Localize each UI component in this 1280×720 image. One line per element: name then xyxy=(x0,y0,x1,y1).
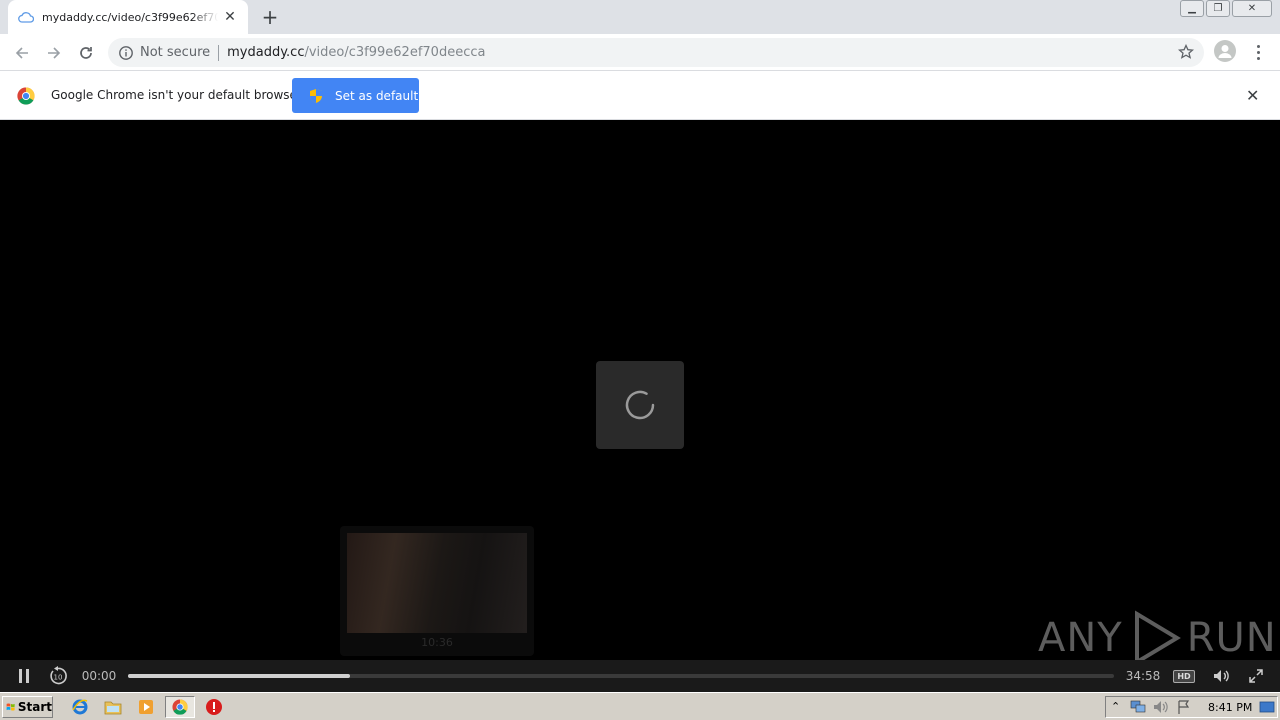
shield-icon xyxy=(310,88,322,103)
info-icon[interactable] xyxy=(118,45,134,61)
stop-sign-icon[interactable] xyxy=(204,697,224,717)
cloud-icon xyxy=(18,9,34,25)
profile-avatar-icon[interactable] xyxy=(1214,40,1236,62)
pause-icon[interactable] xyxy=(14,660,34,692)
action-center-flag-icon[interactable] xyxy=(1177,700,1191,714)
bookmark-star-icon[interactable] xyxy=(1177,43,1195,64)
url-path: /video/c3f99e62ef70deecca xyxy=(304,45,486,60)
divider xyxy=(218,44,220,61)
player-controls: 10 00:00 34:58 HD xyxy=(0,660,1280,692)
play-logo-icon xyxy=(1134,610,1181,666)
security-label[interactable]: Not secure xyxy=(140,45,210,60)
duration: 34:58 xyxy=(1125,669,1161,683)
current-time: 00:00 xyxy=(81,669,117,683)
media-player-icon[interactable] xyxy=(136,697,156,717)
taskbar-clock[interactable]: 8:41 PM xyxy=(1208,701,1252,714)
ie-icon[interactable] xyxy=(70,697,90,717)
buffered-range xyxy=(128,674,350,678)
loading-spinner xyxy=(596,361,684,449)
anyrun-watermark: ANY RUN xyxy=(1038,608,1277,668)
tab-strip: mydaddy.cc/video/c3f99e62ef70deecca ✕ + … xyxy=(0,0,1280,34)
spinner-icon xyxy=(625,390,655,420)
hd-badge: HD xyxy=(1173,669,1195,683)
menu-kebab-icon[interactable] xyxy=(1250,40,1266,64)
new-tab-button[interactable]: + xyxy=(258,5,282,29)
svg-text:10: 10 xyxy=(54,674,63,682)
start-label: Start xyxy=(17,700,52,714)
tab-title: mydaddy.cc/video/c3f99e62ef70deecca xyxy=(42,10,218,24)
restore-icon[interactable]: ❐ xyxy=(1206,0,1230,17)
watermark-right: RUN xyxy=(1186,615,1277,661)
tray-expand-icon[interactable]: ⌃ xyxy=(1111,700,1120,713)
speaker-icon[interactable] xyxy=(1153,700,1169,714)
seek-preview-thumbnail: 10:36 xyxy=(340,526,534,656)
url-host: mydaddy.cc xyxy=(227,45,305,60)
windows-flag-icon xyxy=(6,703,15,711)
hd-quality-button[interactable]: HD xyxy=(1172,660,1196,692)
forward-arrow-icon[interactable] xyxy=(41,40,67,66)
infobar-message: Google Chrome isn't your default browser xyxy=(51,88,302,102)
reload-icon[interactable] xyxy=(73,40,99,66)
set-as-default-label: Set as default xyxy=(335,88,419,103)
video-player[interactable]: 10:36 ANY RUN xyxy=(0,120,1280,666)
preview-time: 10:36 xyxy=(421,636,453,649)
window-controls: ▁ ❐ ✕ xyxy=(1180,0,1272,17)
network-icon[interactable] xyxy=(1130,700,1146,714)
folder-icon[interactable] xyxy=(103,697,123,717)
chrome-taskbar-icon[interactable] xyxy=(165,696,195,718)
infobar-close-icon[interactable]: ✕ xyxy=(1246,86,1259,105)
back-arrow-icon[interactable] xyxy=(9,40,35,66)
default-browser-infobar: Google Chrome isn't your default browser… xyxy=(0,71,1280,120)
fullscreen-icon[interactable] xyxy=(1245,660,1267,692)
minimize-icon[interactable]: ▁ xyxy=(1180,0,1204,17)
address-bar[interactable]: Not secure mydaddy.cc/video/c3f99e62ef70… xyxy=(108,38,1204,67)
seek-bar[interactable] xyxy=(128,674,1114,678)
tab-close-icon[interactable]: ✕ xyxy=(222,9,238,25)
start-button[interactable]: Start xyxy=(2,696,53,718)
browser-toolbar: Not secure mydaddy.cc/video/c3f99e62ef70… xyxy=(0,34,1280,71)
preview-image xyxy=(347,533,527,633)
browser-tab[interactable]: mydaddy.cc/video/c3f99e62ef70deecca ✕ xyxy=(8,0,248,34)
watermark-left: ANY xyxy=(1038,615,1123,661)
window-close-icon[interactable]: ✕ xyxy=(1232,0,1272,17)
show-desktop-icon[interactable] xyxy=(1259,700,1275,714)
volume-icon[interactable] xyxy=(1210,660,1234,692)
set-as-default-button[interactable]: Set as default xyxy=(292,78,419,113)
chrome-logo-icon xyxy=(17,87,35,105)
windows-taskbar: Start ⌃ 8:41 PM xyxy=(0,692,1280,720)
rewind-10-icon[interactable]: 10 xyxy=(47,660,69,692)
